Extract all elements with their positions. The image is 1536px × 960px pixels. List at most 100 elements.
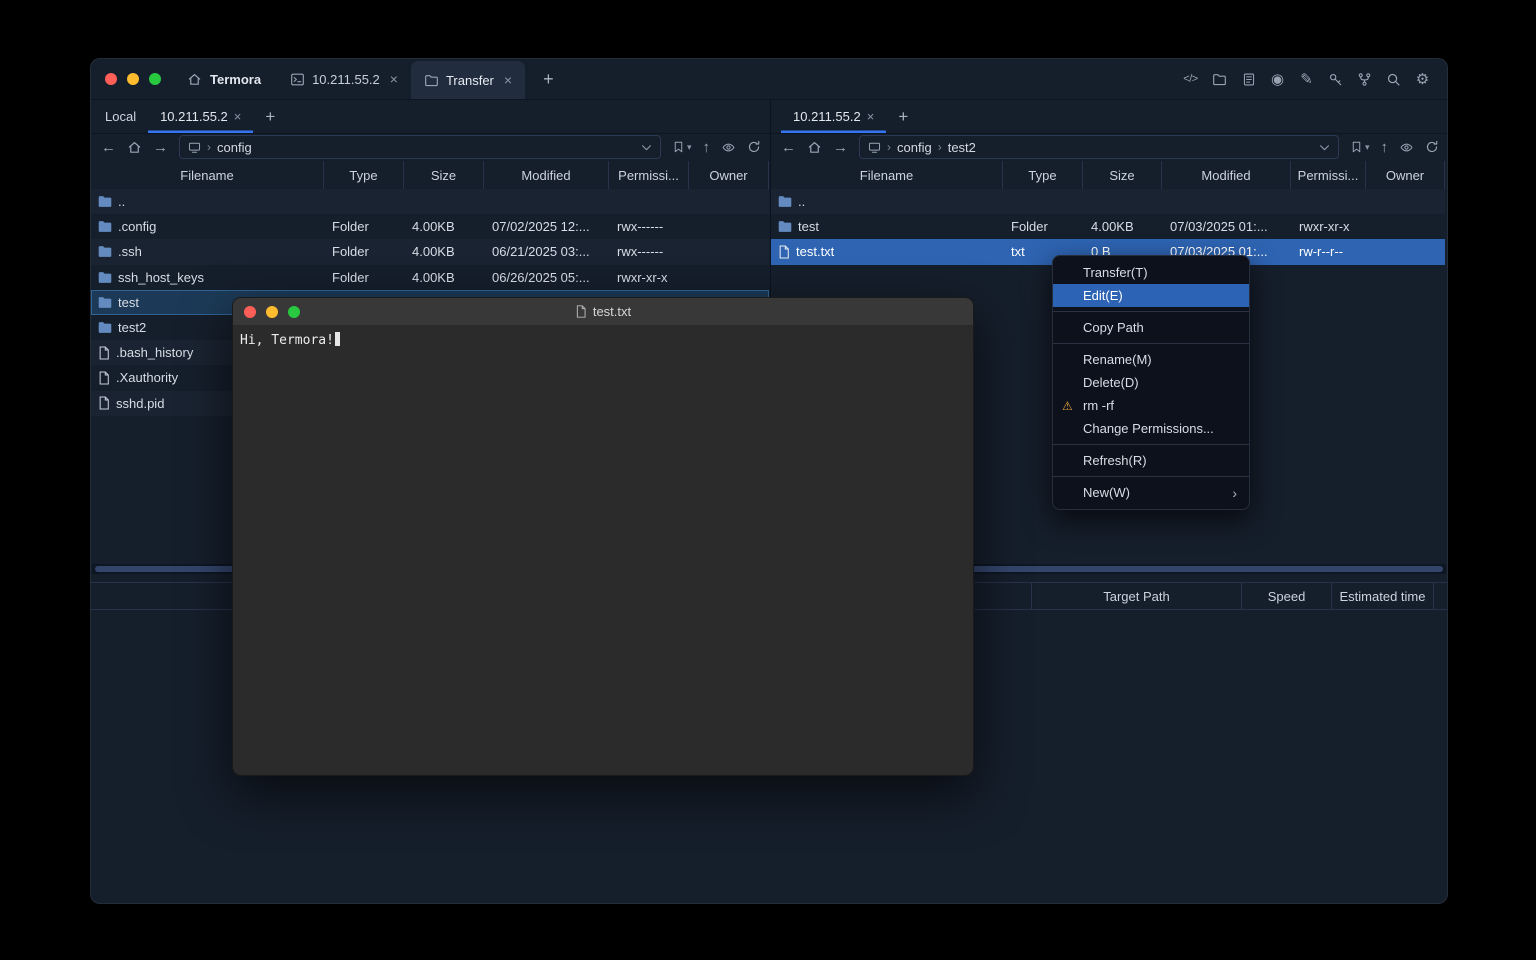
menu-item-edit[interactable]: Edit(E) (1053, 284, 1249, 307)
column-header-target-path[interactable]: Target Path (1031, 583, 1241, 609)
folder-icon (778, 220, 792, 233)
column-header-permissions[interactable]: Permissi... (609, 161, 689, 189)
folder-icon[interactable] (1211, 71, 1228, 88)
show-hidden-eye-icon[interactable] (1399, 141, 1414, 154)
file-name: test (798, 219, 819, 234)
table-row[interactable]: .ssh Folder 4.00KB 06/21/2025 03:... rwx… (91, 239, 769, 264)
maximize-window-button[interactable] (288, 306, 300, 318)
pen-icon[interactable]: ✎ (1298, 71, 1315, 88)
forward-button[interactable]: → (833, 140, 848, 155)
right-nav-toolbar: ← → › config › test2 ▾ ↑ (781, 133, 1439, 161)
minimize-window-button[interactable] (266, 306, 278, 318)
column-header-type[interactable]: Type (1003, 161, 1083, 189)
maximize-window-button[interactable] (149, 73, 161, 85)
close-icon[interactable]: × (867, 109, 875, 124)
column-header-modified[interactable]: Modified (484, 161, 609, 189)
close-icon[interactable]: × (390, 71, 398, 87)
close-window-button[interactable] (105, 73, 117, 85)
column-header-size[interactable]: Size (404, 161, 484, 189)
home-button[interactable] (127, 140, 142, 155)
editor-title-text: test.txt (593, 304, 631, 319)
close-window-button[interactable] (244, 306, 256, 318)
menu-item-rename[interactable]: Rename(M) (1053, 348, 1249, 371)
document-icon (575, 305, 587, 318)
path-breadcrumb[interactable]: › config › test2 (859, 135, 1339, 159)
bookmark-caret-icon[interactable]: ▾ (1365, 142, 1370, 153)
tab-terminal-session[interactable]: 10.211.55.2 × (277, 59, 411, 99)
column-header-filename[interactable]: Filename (91, 161, 324, 189)
column-header-estimated-time[interactable]: Estimated time (1331, 583, 1433, 609)
bookmark-icon[interactable] (672, 140, 685, 154)
column-header-type[interactable]: Type (324, 161, 404, 189)
panel-tabs-row: Local 10.211.55.2 × + 10.211.55.2 × + (91, 100, 1447, 134)
table-row[interactable]: .. (91, 189, 769, 214)
tab-label: Local (105, 109, 136, 124)
column-header-permissions[interactable]: Permissi... (1291, 161, 1366, 189)
breadcrumb-item[interactable]: test2 (948, 140, 976, 155)
table-row[interactable]: .config Folder 4.00KB 07/02/2025 12:... … (91, 214, 769, 239)
file-icon (778, 245, 790, 259)
tab-transfer[interactable]: Transfer × (411, 61, 525, 99)
tab-local[interactable]: Local (93, 100, 148, 133)
show-hidden-eye-icon[interactable] (721, 141, 736, 154)
editor-text-area[interactable]: Hi, Termora! (233, 326, 973, 355)
menu-item-change-permissions[interactable]: Change Permissions... (1053, 417, 1249, 440)
menu-item-new[interactable]: New(W) › (1053, 481, 1249, 504)
back-button[interactable]: ← (781, 140, 796, 155)
editor-titlebar[interactable]: test.txt (233, 298, 973, 326)
record-icon[interactable]: ◉ (1269, 71, 1286, 88)
parent-directory-button[interactable]: ↑ (1381, 140, 1389, 155)
chevron-down-icon[interactable] (1319, 144, 1330, 151)
bookmark-caret-icon[interactable]: ▾ (687, 142, 692, 153)
add-panel-tab-button[interactable]: + (886, 100, 920, 133)
key-icon[interactable] (1327, 71, 1344, 88)
chevron-down-icon[interactable] (641, 144, 652, 151)
close-icon[interactable]: × (504, 72, 512, 88)
app-home-button[interactable]: Termora (187, 72, 261, 87)
column-header-size[interactable]: Size (1083, 161, 1162, 189)
breadcrumb-separator: › (938, 140, 942, 154)
context-menu: Transfer(T) Edit(E) Copy Path Rename(M) … (1052, 255, 1250, 510)
menu-item-rm-rf[interactable]: ⚠ rm -rf (1053, 394, 1249, 417)
tab-remote-left[interactable]: 10.211.55.2 × (148, 100, 253, 133)
column-header-owner[interactable]: Owner (689, 161, 769, 189)
table-row[interactable]: ssh_host_keys Folder 4.00KB 06/26/2025 0… (91, 265, 769, 290)
log-icon[interactable] (1240, 71, 1257, 88)
refresh-icon[interactable] (1425, 140, 1439, 154)
home-button[interactable] (807, 140, 822, 155)
table-row[interactable]: .. (771, 189, 1445, 214)
forward-button[interactable]: → (153, 140, 168, 155)
menu-item-refresh[interactable]: Refresh(R) (1053, 449, 1249, 472)
settings-icon[interactable]: ⚙ (1414, 71, 1431, 88)
bookmark-icon[interactable] (1350, 140, 1363, 154)
table-row[interactable]: test Folder 4.00KB 07/03/2025 01:... rwx… (771, 214, 1445, 239)
menu-item-transfer[interactable]: Transfer(T) (1053, 261, 1249, 284)
breadcrumb-item[interactable]: config (897, 140, 932, 155)
column-header-filename[interactable]: Filename (771, 161, 1003, 189)
menu-item-delete[interactable]: Delete(D) (1053, 371, 1249, 394)
column-header-owner[interactable]: Owner (1366, 161, 1445, 189)
file-name: test2 (118, 320, 146, 335)
close-icon[interactable]: × (234, 109, 242, 124)
parent-directory-button[interactable]: ↑ (703, 140, 711, 155)
file-name: .config (118, 219, 156, 234)
breadcrumb-item[interactable]: config (217, 140, 252, 155)
search-icon[interactable] (1385, 71, 1402, 88)
back-button[interactable]: ← (101, 140, 116, 155)
code-icon[interactable]: </> (1182, 71, 1199, 88)
tab-remote-right[interactable]: 10.211.55.2 × (781, 100, 886, 133)
editor-window-controls (244, 306, 300, 318)
refresh-icon[interactable] (747, 140, 761, 154)
path-breadcrumb[interactable]: › config (179, 135, 661, 159)
add-panel-tab-button[interactable]: + (253, 100, 287, 133)
minimize-window-button[interactable] (127, 73, 139, 85)
editor-title: test.txt (233, 298, 973, 325)
file-name: sshd.pid (116, 396, 164, 411)
column-header-speed[interactable]: Speed (1241, 583, 1331, 609)
column-header-modified[interactable]: Modified (1162, 161, 1291, 189)
tab-label: 10.211.55.2 (312, 72, 380, 87)
menu-separator (1053, 311, 1249, 312)
new-tab-button[interactable]: + (537, 69, 560, 90)
menu-item-copy-path[interactable]: Copy Path (1053, 316, 1249, 339)
fork-icon[interactable] (1356, 71, 1373, 88)
